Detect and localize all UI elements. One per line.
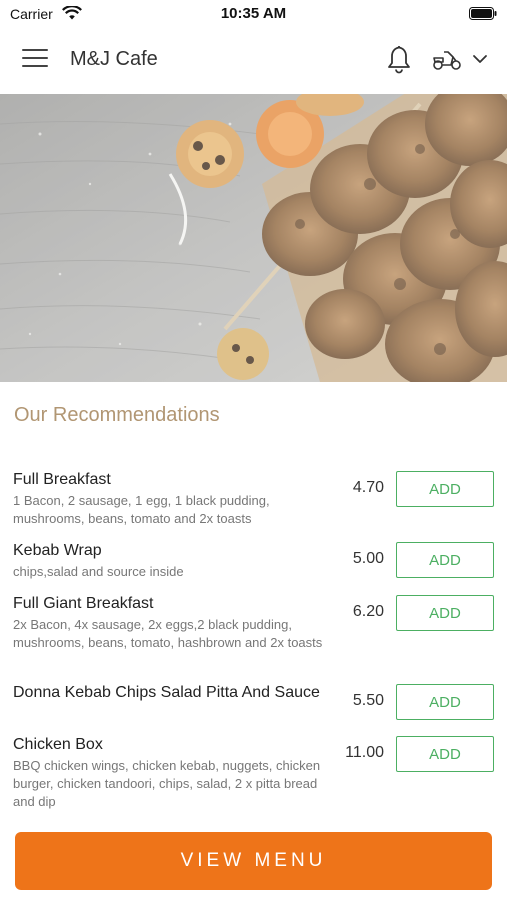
hamburger-menu-icon[interactable] <box>22 49 48 71</box>
item-price: 4.70 <box>352 479 384 496</box>
item-price: 11.00 <box>345 744 384 761</box>
bell-icon[interactable] <box>386 44 412 74</box>
delivery-scooter-icon[interactable] <box>431 46 463 72</box>
food-banner-image <box>0 94 507 382</box>
status-time: 10:35 AM <box>220 5 287 22</box>
page-title: M&J Cafe <box>70 48 158 70</box>
add-button[interactable]: ADD <box>396 471 494 507</box>
status-bar: Carrier 10:35 AM <box>0 0 507 28</box>
add-button[interactable]: ADD <box>396 542 494 578</box>
item-price: 5.50 <box>352 692 384 709</box>
add-button[interactable]: ADD <box>396 736 494 772</box>
battery-icon <box>469 7 497 20</box>
item-price: 6.20 <box>352 603 384 620</box>
recommendations-title: Our Recommendations <box>14 404 220 426</box>
item-name: Kebab Wrap <box>13 542 102 559</box>
item-description: BBQ chicken wings, chicken kebab, nugget… <box>13 758 321 809</box>
chevron-down-icon[interactable] <box>472 52 488 66</box>
item-name: Donna Kebab Chips Salad Pitta And Sauce <box>13 684 320 701</box>
add-button[interactable]: ADD <box>396 684 494 720</box>
item-description: 2x Bacon, 4x sausage, 2x eggs,2 black pu… <box>13 617 323 650</box>
app-header: M&J Cafe <box>0 28 507 94</box>
item-description: chips,salad and source inside <box>13 564 184 579</box>
item-name: Full Giant Breakfast <box>13 595 154 612</box>
item-name: Full Breakfast <box>13 471 111 488</box>
item-price: 5.00 <box>352 550 384 567</box>
item-name: Chicken Box <box>13 736 103 753</box>
add-button[interactable]: ADD <box>396 595 494 631</box>
hero-food-banner <box>0 94 507 382</box>
item-description: 1 Bacon, 2 sausage, 1 egg, 1 black puddi… <box>13 493 270 526</box>
view-menu-button[interactable]: VIEW MENU <box>15 832 492 890</box>
